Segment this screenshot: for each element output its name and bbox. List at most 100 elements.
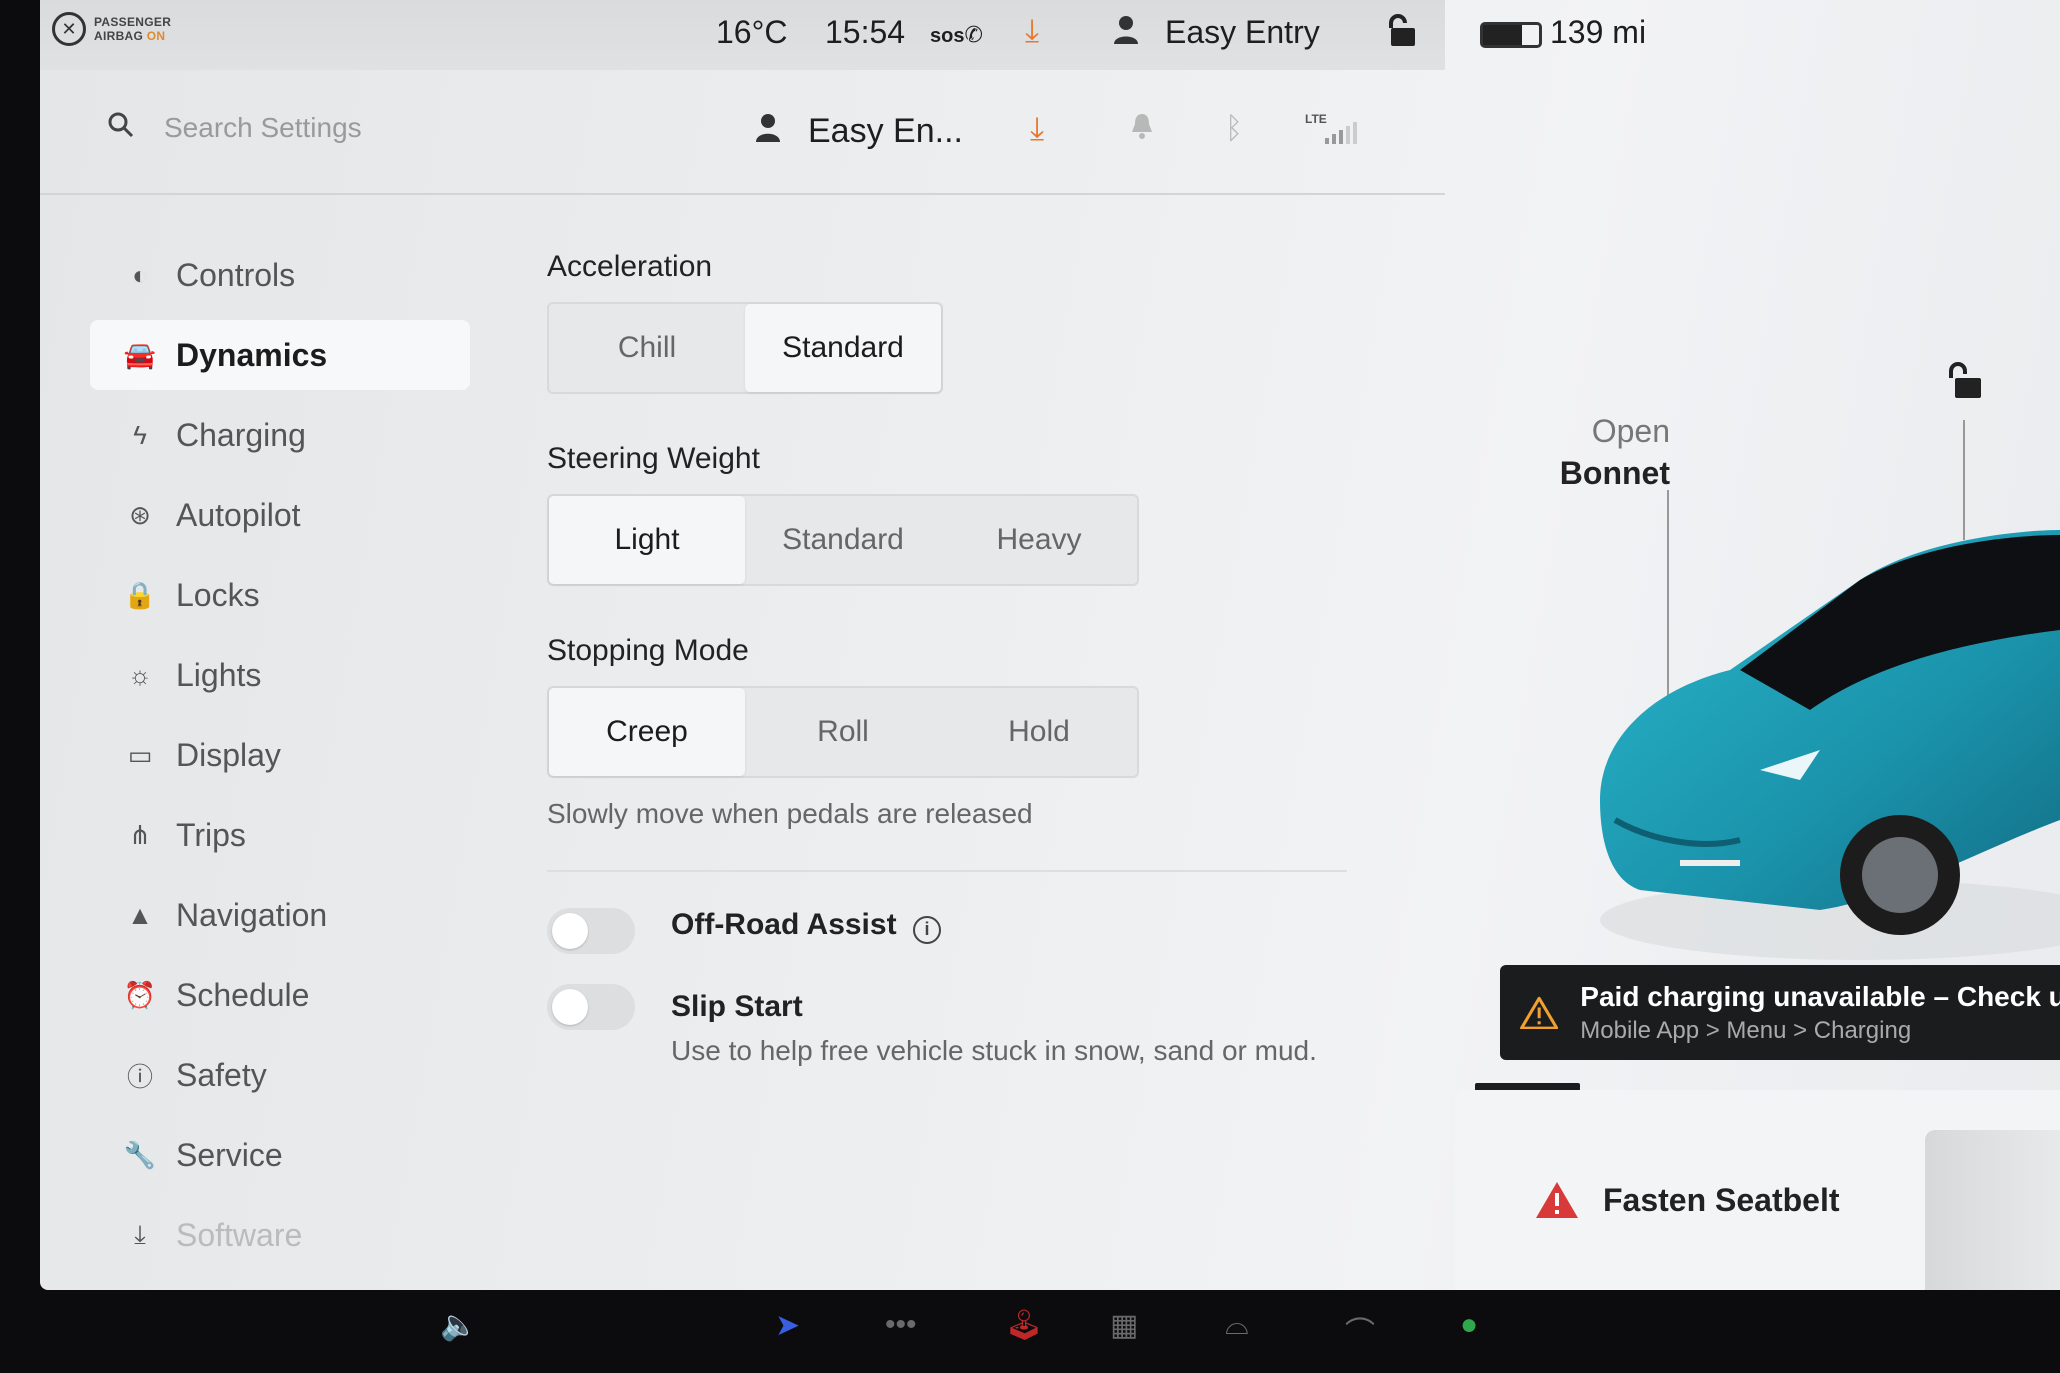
passenger-airbag-indicator: ✕ PASSENGER AIRBAG ON [52, 12, 171, 46]
unlock-icon[interactable] [1388, 14, 1418, 56]
sos-button[interactable]: SOS✆ [930, 22, 983, 48]
sidebar-item-schedule[interactable]: ⏰ Schedule [90, 955, 490, 1035]
seat-image [1925, 1130, 2060, 1290]
sidebar-item-label: Autopilot [176, 496, 301, 533]
toybox-icon[interactable]: 🕹 [1005, 1308, 1043, 1343]
slip-start-description: Use to help free vehicle stuck in snow, … [671, 1035, 1317, 1066]
dynamics-settings: Acceleration Chill Standard Steering Weig… [547, 250, 1447, 1098]
outside-temperature: 16°C [716, 14, 788, 50]
sidebar-item-label: Service [176, 1136, 283, 1173]
toggle-icon: ◐ [132, 259, 148, 290]
open-bonnet-button[interactable]: Open Bonnet [1540, 410, 1670, 494]
calendar-icon[interactable]: ▦ [1110, 1308, 1138, 1343]
off-road-assist-toggle[interactable] [547, 908, 635, 954]
range-readout: 139 mi [1550, 14, 1647, 50]
rear-defrost-icon[interactable]: ⌓ [1225, 1308, 1249, 1342]
profile-icon[interactable] [755, 112, 781, 150]
sidebar-item-autopilot[interactable]: ⊛ Autopilot [90, 475, 490, 555]
sidebar-item-label: Trips [176, 816, 246, 853]
steering-weight-title: Steering Weight [547, 442, 760, 475]
stopping-mode-option-hold[interactable]: Hold [941, 688, 1137, 776]
cellular-signal-icon [1325, 122, 1357, 144]
slip-start-toggle[interactable] [547, 984, 635, 1030]
slip-start-row: Slip Start Use to help free vehicle stuc… [547, 984, 1447, 1068]
slip-start-label: Slip Start [671, 990, 803, 1023]
driver-profile-name[interactable]: Easy Entry [1165, 14, 1320, 51]
seatbelt-alert-label: Fasten Seatbelt [1603, 1182, 1840, 1218]
sidebar-item-label: Software [176, 1216, 303, 1253]
steering-weight-option-standard[interactable]: Standard [745, 496, 941, 584]
sidebar-item-lights[interactable]: ☼ Lights [90, 635, 490, 715]
charging-alert-subtitle: Mobile App > Menu > Charging [1580, 1016, 1912, 1044]
off-road-assist-row: Off-Road Assist i [547, 908, 1447, 954]
lightning-icon: ϟ [133, 419, 147, 450]
sidebar-item-safety[interactable]: ⓘ Safety [90, 1035, 490, 1115]
sidebar-item-controls[interactable]: ◐ Controls [90, 235, 490, 315]
stopping-mode-selector: Creep Roll Hold [547, 686, 1139, 778]
sidebar-item-label: Lights [176, 656, 262, 693]
alarm-clock-icon: ⏰ [123, 979, 157, 1010]
front-defrost-icon[interactable]: ⌒ [1345, 1308, 1375, 1352]
notification-bell-icon[interactable] [1130, 112, 1154, 147]
bluetooth-icon[interactable]: ᛒ [1225, 112, 1243, 146]
warning-icon [1520, 996, 1559, 1030]
paid-charging-alert[interactable]: Paid charging unavailable – Check unp Mo… [1500, 965, 2060, 1060]
profile-name[interactable]: Easy En... [808, 112, 963, 151]
stopping-mode-option-creep[interactable]: Creep [549, 688, 745, 776]
trunk-unlock-icon[interactable] [1945, 360, 1985, 409]
acceleration-option-standard[interactable]: Standard [745, 304, 941, 392]
taskbar: 🔈 ➤ ••• 🕹 ▦ ⌓ ⌒ ● [0, 1290, 2060, 1373]
car-icon: 🚘 [123, 339, 157, 370]
driver-profile-icon[interactable] [1112, 14, 1140, 52]
airbag-status: ON [146, 29, 166, 43]
display-icon: ▭ [127, 739, 153, 770]
clock: 15:54 [825, 14, 906, 50]
charging-alert-title: Paid charging unavailable – Check unp [1580, 980, 2060, 1012]
sidebar-item-navigation[interactable]: ▲ Navigation [90, 875, 490, 955]
airbag-icon: ✕ [52, 12, 86, 46]
steering-weight-option-light[interactable]: Light [549, 496, 745, 584]
sidebar-item-label: Safety [176, 1056, 267, 1093]
info-icon[interactable]: i [913, 915, 942, 944]
sidebar-item-label: Controls [176, 256, 296, 293]
lte-label: LTE [1305, 112, 1327, 126]
sidebar-item-dynamics[interactable]: 🚘 Dynamics [90, 320, 470, 390]
airbag-label-line2: AIRBAG [94, 29, 144, 43]
steering-weight-option-heavy[interactable]: Heavy [941, 496, 1137, 584]
sidebar-item-service[interactable]: 🔧 Service [90, 1115, 490, 1195]
sidebar-item-label: Dynamics [176, 336, 328, 373]
navigation-app-icon[interactable]: ➤ [775, 1308, 800, 1343]
toggle-knob [552, 913, 588, 949]
sidebar-item-display[interactable]: ▭ Display [90, 715, 490, 795]
acceleration-option-chill[interactable]: Chill [549, 304, 745, 392]
phone-icon: ✆ [964, 22, 983, 47]
toggle-knob [552, 989, 588, 1025]
stopping-mode-option-roll[interactable]: Roll [745, 688, 941, 776]
sidebar-item-label: Navigation [176, 896, 328, 933]
sos-label: SOS [930, 25, 965, 47]
volume-icon[interactable]: 🔈 [440, 1308, 477, 1343]
battery-level-fill [1483, 25, 1523, 45]
sidebar-item-locks[interactable]: 🔒 Locks [90, 555, 490, 635]
more-apps-icon[interactable]: ••• [885, 1308, 917, 1342]
off-road-assist-label: Off-Road Assist [671, 908, 897, 941]
navigation-icon: ▲ [127, 899, 153, 930]
lock-icon: 🔒 [123, 579, 157, 610]
wrench-icon: 🔧 [123, 1139, 157, 1170]
media-icon[interactable]: ● [1460, 1308, 1478, 1342]
sidebar-item-trips[interactable]: ⋔ Trips [90, 795, 490, 875]
car-model-image [1600, 530, 2060, 960]
airbag-label-line1: PASSENGER [94, 15, 172, 29]
battery-icon [1480, 22, 1542, 48]
software-update-icon[interactable]: ⤓ [1025, 12, 1039, 50]
search-settings-input[interactable] [164, 108, 564, 148]
sidebar-item-label: Display [176, 736, 281, 773]
sidebar-item-label: Schedule [176, 976, 310, 1013]
open-bonnet-line1: Open [1591, 413, 1670, 449]
sidebar-item-software[interactable]: ⤓ Software [90, 1195, 490, 1275]
trips-icon: ⋔ [129, 819, 151, 850]
sidebar-item-charging[interactable]: ϟ Charging [90, 395, 490, 475]
software-update-icon[interactable]: ⤓ [1030, 110, 1044, 148]
touchscreen: ✕ PASSENGER AIRBAG ON 16°C 15:54 SOS✆ ⤓ … [40, 0, 2060, 1290]
stopping-mode-title: Stopping Mode [547, 634, 749, 667]
